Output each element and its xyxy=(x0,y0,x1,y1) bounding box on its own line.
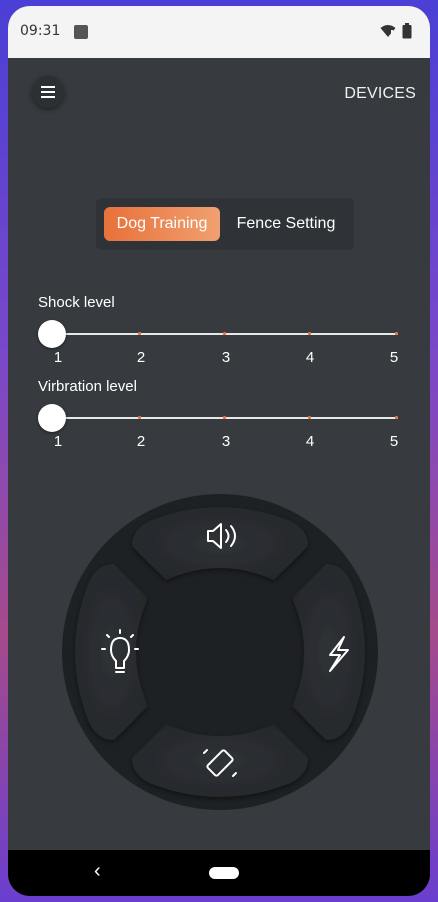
notification-icon xyxy=(74,25,88,39)
system-nav-bar: ‹ xyxy=(8,850,430,896)
app-content: DEVICES Dog Training Fence Setting Shock… xyxy=(8,58,430,850)
back-icon[interactable]: ‹ xyxy=(94,860,101,883)
status-bar: 09:31 xyxy=(8,6,430,58)
remote-control-pad xyxy=(62,494,378,810)
status-time: 09:31 xyxy=(20,23,61,39)
wifi-icon xyxy=(380,25,396,37)
system-icons xyxy=(380,23,412,39)
home-pill[interactable] xyxy=(209,867,239,879)
battery-icon xyxy=(402,23,412,39)
phone-screen: 09:31 DEVICES Dog Training Fence Setting… xyxy=(8,6,430,896)
remote-center xyxy=(144,576,296,728)
